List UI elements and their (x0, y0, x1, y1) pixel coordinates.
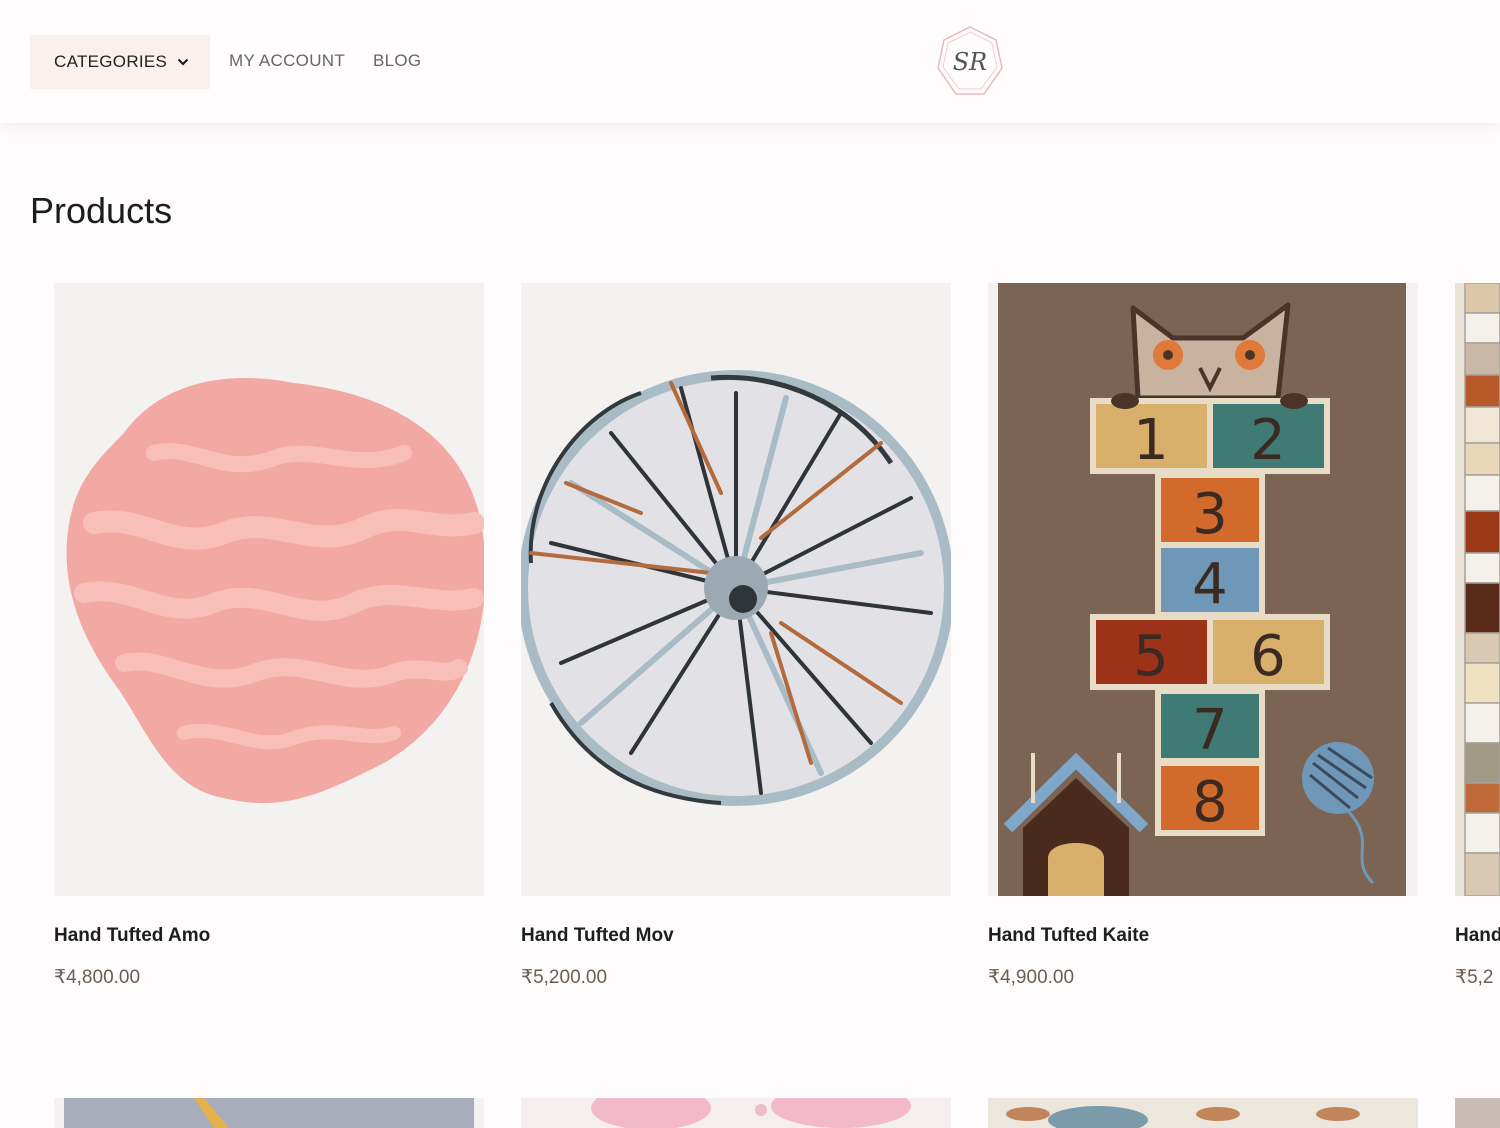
product-card[interactable]: Hand ₹5,2 (1455, 283, 1500, 988)
page-title: Products (30, 190, 173, 231)
product-image[interactable] (521, 283, 951, 896)
svg-text:6: 6 (1250, 624, 1286, 689)
product-name[interactable]: Hand Tufted Amo (54, 925, 210, 947)
svg-text:1: 1 (1133, 408, 1169, 473)
nav-my-account[interactable]: MY ACCOUNT (229, 51, 345, 71)
product-image-row2[interactable] (521, 1098, 951, 1128)
svg-text:4: 4 (1192, 552, 1228, 617)
categories-label: CATEGORIES (54, 52, 168, 71)
product-price: ₹5,200.00 (521, 967, 608, 988)
svg-text:2: 2 (1250, 408, 1286, 473)
svg-text:7: 7 (1192, 698, 1228, 763)
categories-button[interactable]: CATEGORIES (30, 35, 210, 89)
product-image-row2[interactable] (54, 1098, 484, 1128)
nav-blog[interactable]: BLOG (373, 51, 421, 71)
product-card[interactable]: Hand Tufted Mov ₹5,200.00 (521, 283, 951, 988)
product-price: ₹5,2 (1455, 967, 1494, 988)
product-name[interactable]: Hand Tufted Kaite (988, 925, 1149, 947)
product-card[interactable]: 1 2 3 4 5 6 7 8 Hand Tufted Kaite ₹4,900… (988, 283, 1418, 988)
product-card[interactable]: Hand Tufted Amo ₹4,800.00 (54, 283, 484, 988)
svg-text:3: 3 (1192, 482, 1228, 547)
product-image-row2[interactable] (988, 1098, 1418, 1128)
chevron-down-icon (177, 55, 191, 69)
product-price: ₹4,800.00 (54, 967, 141, 988)
site-logo[interactable]: SR (934, 24, 1006, 100)
product-image[interactable] (54, 283, 484, 896)
product-image[interactable]: 1 2 3 4 5 6 7 8 (988, 283, 1418, 896)
site-header: CATEGORIES MY ACCOUNT BLOG SR (0, 0, 1500, 123)
product-name[interactable]: Hand Tufted Mov (521, 925, 674, 947)
product-price: ₹4,900.00 (988, 967, 1075, 988)
product-image-row2[interactable] (1455, 1098, 1500, 1128)
svg-text:8: 8 (1192, 770, 1228, 835)
svg-text:5: 5 (1133, 624, 1169, 689)
product-image[interactable] (1455, 283, 1500, 896)
product-name[interactable]: Hand (1455, 925, 1500, 947)
logo-text: SR (953, 48, 988, 76)
